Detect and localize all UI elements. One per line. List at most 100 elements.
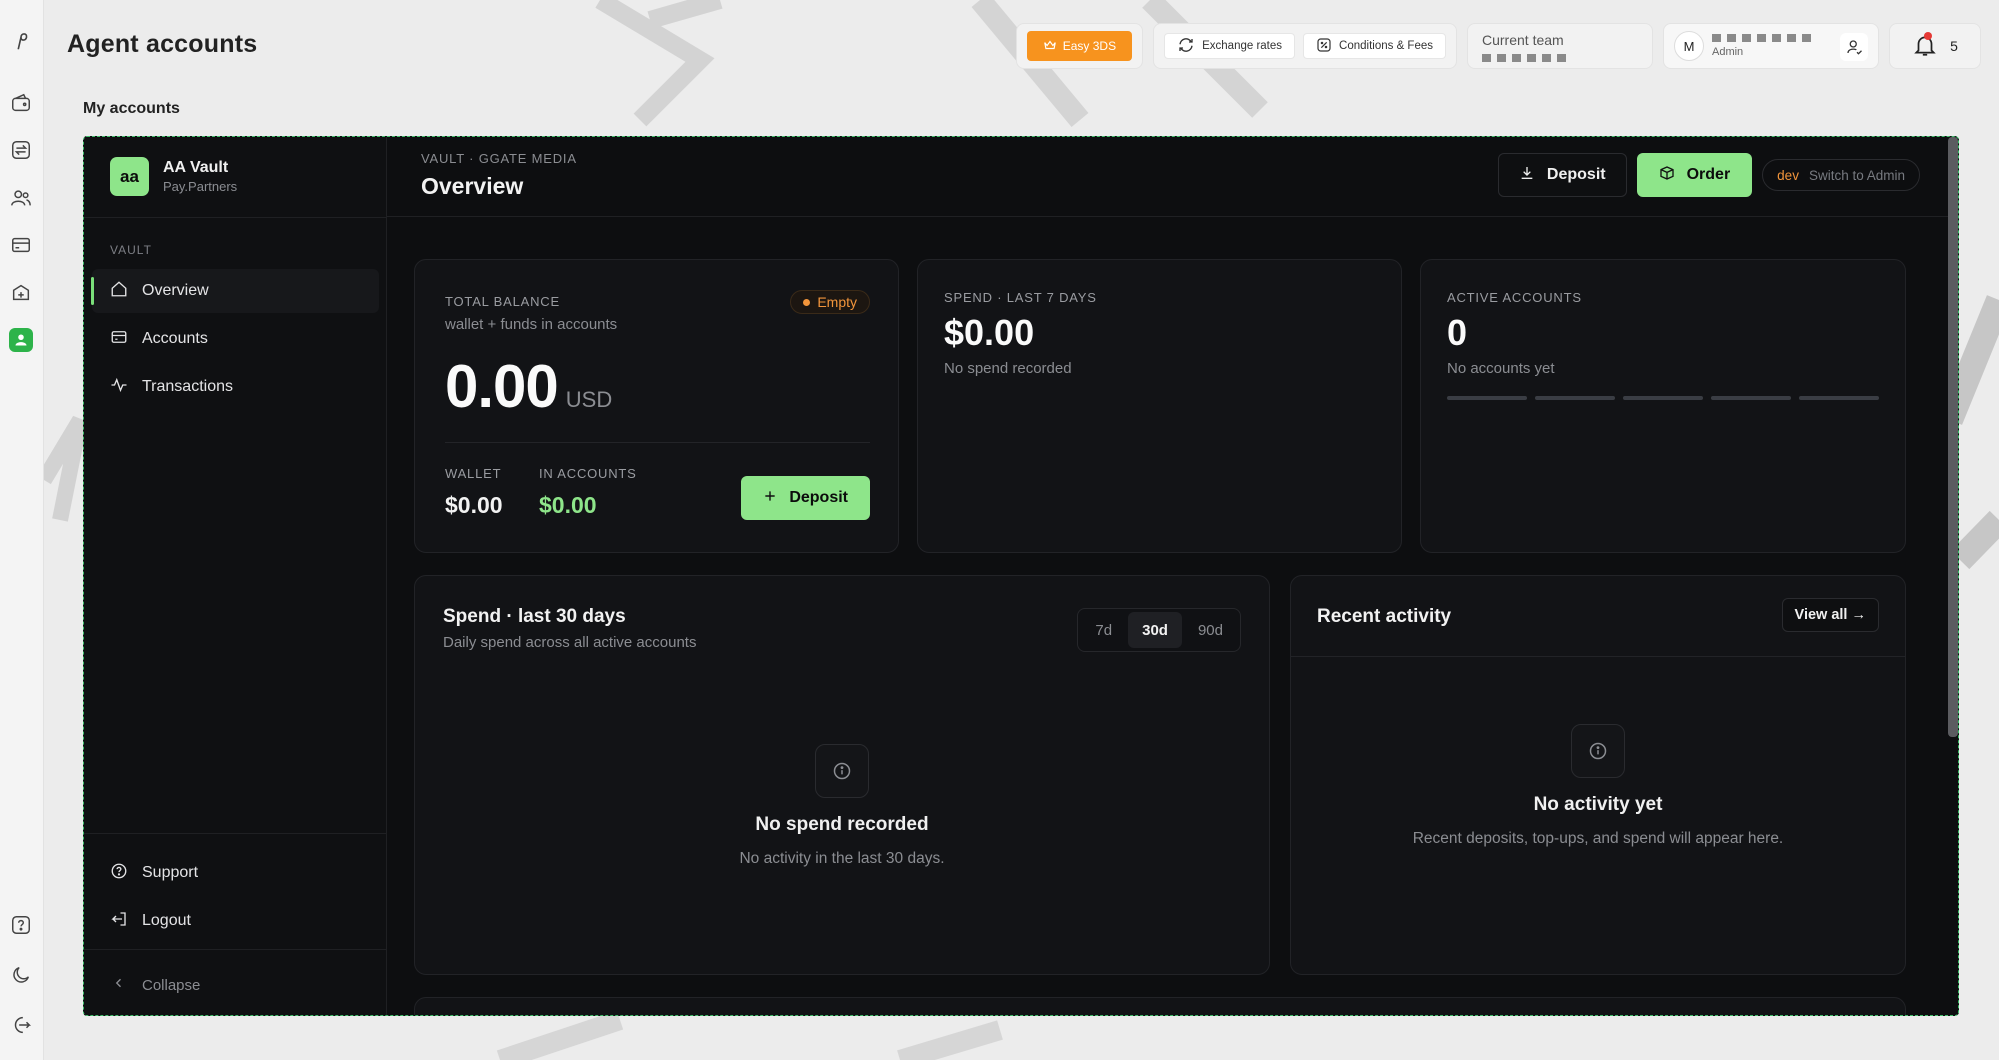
spend-30d-card: Spend · last 30 days Daily spend across … xyxy=(414,575,1270,975)
logout-icon xyxy=(110,910,128,933)
divider xyxy=(1291,656,1905,657)
download-icon xyxy=(1519,165,1535,186)
logout-icon[interactable] xyxy=(8,1012,34,1038)
deposit-label: Deposit xyxy=(1546,166,1606,183)
users-icon[interactable] xyxy=(8,185,34,211)
divider xyxy=(84,833,386,834)
switch-to-admin-button[interactable]: dev Switch to Admin xyxy=(1762,159,1920,191)
vault-icon[interactable] xyxy=(9,328,33,352)
sidebar-item-accounts[interactable]: Accounts xyxy=(92,317,379,361)
user-role: Admin xyxy=(1712,46,1744,58)
easy3ds-button[interactable]: Easy 3DS xyxy=(1026,31,1133,61)
transfer-icon[interactable] xyxy=(8,137,34,163)
sidebar-item-transactions[interactable]: Transactions xyxy=(92,365,379,409)
in-accounts-label: IN ACCOUNTS xyxy=(539,466,637,481)
crown-icon xyxy=(1043,38,1057,55)
home-icon xyxy=(110,280,128,303)
sidebar-item-label: Transactions xyxy=(142,378,233,395)
chevron-left-icon xyxy=(110,974,128,996)
spend-7d-label: SPEND · LAST 7 DAYS xyxy=(944,290,1097,305)
range-90d[interactable]: 90d xyxy=(1184,612,1237,648)
sidebar-item-label: Overview xyxy=(142,282,209,299)
recent-activity-title: Recent activity xyxy=(1317,606,1452,627)
dev-tag: dev xyxy=(1777,167,1799,183)
info-icon xyxy=(815,744,869,798)
team-label: Current team xyxy=(1482,32,1564,48)
exchange-rates-label: Exchange rates xyxy=(1202,40,1283,52)
vault-main: VAULT · GGATE MEDIA Overview Deposit Ord… xyxy=(387,137,1958,1015)
progress-segment xyxy=(1711,396,1791,400)
active-accounts-sub: No accounts yet xyxy=(1447,360,1555,377)
order-button[interactable]: Order xyxy=(1636,153,1753,197)
help-circle-icon xyxy=(110,862,128,885)
app-rail xyxy=(0,0,44,1060)
sidebar-item-overview[interactable]: Overview xyxy=(91,269,379,313)
notifications-button[interactable]: 5 xyxy=(1889,23,1981,69)
profile-icon[interactable] xyxy=(1840,33,1868,61)
divider xyxy=(84,217,386,218)
balance-label: TOTAL BALANCE xyxy=(445,294,560,309)
spend-empty-sub: No activity in the last 30 days. xyxy=(739,850,945,867)
range-selector: 7d 30d 90d xyxy=(1077,608,1241,652)
range-30d[interactable]: 30d xyxy=(1128,612,1182,648)
conditions-fees-button[interactable]: Conditions & Fees xyxy=(1303,33,1446,59)
activity-empty-sub: Recent deposits, top-ups, and spend will… xyxy=(1412,830,1784,847)
recent-activity-card: Recent activity View all → No activity y… xyxy=(1290,575,1906,975)
team-selector[interactable]: Current team xyxy=(1467,23,1653,69)
balance-amount-row: 0.00 USD xyxy=(445,352,612,421)
main-header: VAULT · GGATE MEDIA Overview Deposit Ord… xyxy=(387,137,1958,217)
team-name-masked xyxy=(1482,54,1638,62)
active-accounts-value: 0 xyxy=(1447,312,1468,353)
plus-icon xyxy=(763,489,777,508)
active-accounts-card: ACTIVE ACCOUNTS 0 No accounts yet xyxy=(1420,259,1906,553)
activity-empty-title: No activity yet xyxy=(1533,794,1663,815)
percent-icon xyxy=(1316,37,1332,56)
sidebar-item-label: Support xyxy=(142,864,199,881)
spend-30d-sub: Daily spend across all active accounts xyxy=(443,634,697,651)
notifications-count: 5 xyxy=(1950,38,1958,54)
spend-empty-title: No spend recorded xyxy=(755,814,929,835)
switch-label: Switch to Admin xyxy=(1808,167,1905,183)
card-icon[interactable] xyxy=(8,232,34,258)
wallet-label: WALLET xyxy=(445,466,502,481)
card-deposit-button[interactable]: Deposit xyxy=(741,476,870,520)
top-bar: Easy 3DS Exchange rates Conditions & Fee… xyxy=(1015,22,1981,70)
info-group: Exchange rates Conditions & Fees xyxy=(1153,23,1457,69)
page-heading: Overview xyxy=(421,173,524,199)
progress-segment xyxy=(1799,396,1879,400)
page-title: Agent accounts xyxy=(67,30,258,58)
breadcrumb: VAULT · GGATE MEDIA xyxy=(421,151,577,166)
wallet-value: $0.00 xyxy=(445,492,503,518)
avatar: M xyxy=(1674,31,1704,61)
total-balance-card: TOTAL BALANCE wallet + funds in accounts… xyxy=(414,259,899,553)
add-box-icon[interactable] xyxy=(8,280,34,306)
divider xyxy=(84,949,386,950)
balance-amount: 0.00 xyxy=(445,353,559,420)
range-7d[interactable]: 7d xyxy=(1081,612,1126,648)
deposit-button[interactable]: Deposit xyxy=(1497,153,1627,197)
status-dot xyxy=(803,298,811,306)
next-card xyxy=(414,997,1906,1015)
spend-30d-title: Spend · last 30 days xyxy=(443,606,626,627)
divider xyxy=(445,442,870,443)
sidebar-item-support[interactable]: Support xyxy=(92,851,379,895)
vault-frame: aa AA Vault Pay.Partners VAULT Overview … xyxy=(83,136,1959,1016)
user-menu[interactable]: M Admin xyxy=(1663,23,1879,69)
sidebar-item-label: Logout xyxy=(142,912,191,929)
progress-segment xyxy=(1623,396,1703,400)
view-all-button[interactable]: View all → xyxy=(1781,598,1879,632)
moon-icon[interactable] xyxy=(8,962,34,988)
scrollbar[interactable] xyxy=(1948,137,1958,737)
wallet-icon[interactable] xyxy=(8,90,34,116)
sidebar-item-label: Accounts xyxy=(142,330,208,347)
logo-icon[interactable] xyxy=(8,28,34,54)
box-icon xyxy=(1659,165,1675,186)
spend-7d-card: SPEND · LAST 7 DAYS $0.00 No spend recor… xyxy=(917,259,1402,553)
exchange-rates-button[interactable]: Exchange rates xyxy=(1164,33,1296,59)
sidebar-item-logout[interactable]: Logout xyxy=(92,899,379,943)
order-label: Order xyxy=(1686,166,1731,183)
help-icon[interactable] xyxy=(8,912,34,938)
active-accounts-label: ACTIVE ACCOUNTS xyxy=(1447,290,1582,305)
collapse-button[interactable]: Collapse xyxy=(92,963,379,1007)
spend-7d-value: $0.00 xyxy=(944,312,1035,353)
